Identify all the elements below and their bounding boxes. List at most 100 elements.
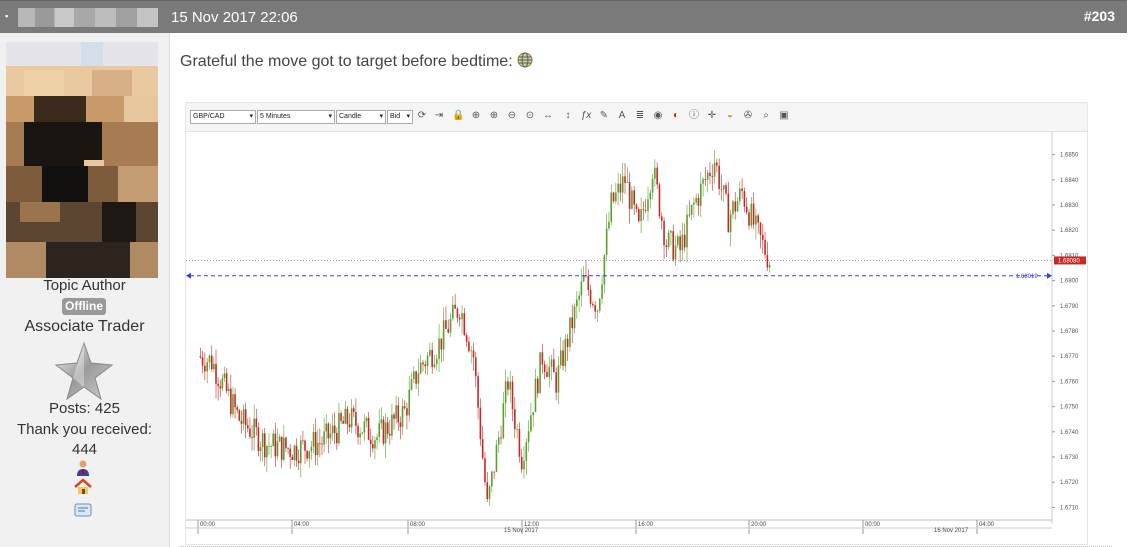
candle-body [619, 183, 622, 193]
zoom-in-icon[interactable]: ⊕ [470, 110, 482, 122]
candle-body [251, 436, 253, 438]
search-icon[interactable]: ⌕ [760, 110, 772, 122]
lock-icon[interactable]: 🔒 [452, 110, 464, 122]
candle-body [452, 304, 454, 319]
chart-screenshot[interactable]: GBP/CAD 5 Minutes Candle Bid ⟳ ⇥ 🔒 ⊕ ⊕ ⊖… [185, 102, 1088, 545]
candle-body [270, 446, 272, 447]
candle-body [342, 420, 344, 424]
candle-body [213, 363, 215, 370]
post-number[interactable]: #203 [1084, 8, 1115, 24]
zoom-reset-icon[interactable]: ⊙ [524, 110, 536, 122]
candle-body [293, 445, 296, 461]
candle-body [384, 422, 387, 444]
candlestick-chart: 1.68501.68401.68301.68201.68101.68001.67… [186, 132, 1086, 534]
symbol-select[interactable]: GBP/CAD [190, 110, 256, 124]
candle-body [287, 448, 289, 449]
profile-icon[interactable] [74, 459, 92, 477]
candle-body [401, 406, 404, 427]
candle-body [253, 418, 255, 438]
candle-body [603, 255, 606, 285]
zoom-plus-icon[interactable]: ⊕ [488, 110, 500, 122]
timeframe-select[interactable]: 5 Minutes [257, 110, 335, 124]
candle-body [244, 409, 247, 426]
candle-body [449, 318, 452, 333]
zoom-out-icon[interactable]: ⊖ [506, 110, 518, 122]
crosshair-icon[interactable]: ✛ [706, 110, 718, 122]
candle-body [225, 373, 228, 392]
y-tick-label: 1.6710 [1060, 505, 1079, 511]
candle-body [601, 284, 603, 299]
candle-body [257, 427, 260, 452]
candle-body [359, 433, 361, 438]
candle-body [644, 210, 647, 211]
candle-body [399, 422, 402, 427]
candle-body [348, 424, 351, 428]
alert-icon[interactable]: ◐ [670, 110, 682, 122]
candle-body [559, 350, 562, 366]
chart-toolbar: GBP/CAD 5 Minutes Candle Bid ⟳ ⇥ 🔒 ⊕ ⊕ ⊖… [186, 103, 1087, 132]
candle-body [502, 403, 505, 439]
pencil-icon[interactable]: ✎ [598, 110, 610, 122]
current-price-label: 1.68080 [1058, 258, 1080, 264]
eye-icon[interactable]: ◉ [652, 110, 664, 122]
candle-body [461, 313, 463, 320]
candle-body [686, 214, 688, 248]
home-icon[interactable] [74, 478, 92, 496]
candle-body [697, 197, 700, 206]
candle-body [374, 440, 376, 449]
candle-body [413, 371, 415, 380]
candle-body [741, 188, 743, 192]
text-tool-icon[interactable]: A [616, 110, 628, 122]
candle-body [314, 431, 317, 456]
refresh-icon[interactable]: ⟳ [416, 110, 428, 122]
function-icon[interactable]: ƒx [580, 110, 592, 122]
candle-body [628, 181, 631, 209]
candle-body [422, 362, 424, 365]
candle-body [688, 214, 691, 216]
candle-body [578, 295, 580, 300]
candle-body [338, 413, 340, 444]
y-tick-label: 1.6770 [1060, 354, 1079, 360]
candle-body [363, 421, 366, 433]
avatar[interactable] [6, 42, 158, 278]
layers-icon[interactable]: ≣ [634, 110, 646, 122]
palette-icon[interactable]: ✇ [742, 110, 754, 122]
candle-body [336, 433, 338, 444]
candle-body [263, 433, 266, 458]
candle-body [333, 425, 336, 434]
candle-body [406, 408, 408, 416]
candle-body [518, 429, 521, 457]
save-icon[interactable]: ▣ [778, 110, 790, 122]
candle-body [569, 317, 571, 347]
candle-body [201, 357, 204, 366]
arrow-right-icon[interactable]: ⇥ [433, 110, 445, 122]
candle-body [598, 298, 601, 311]
candle-body [640, 209, 642, 222]
candle-body [484, 458, 486, 483]
chart-type-select[interactable]: Candle [336, 110, 386, 124]
horizontal-resize-icon[interactable]: ↔ [542, 110, 554, 122]
theme-icon[interactable]: ◒ [724, 110, 736, 122]
candle-body [236, 407, 239, 411]
private-message-icon[interactable] [74, 502, 92, 520]
y-tick-label: 1.6840 [1060, 178, 1079, 184]
candle-body [732, 201, 734, 215]
candle-body [440, 338, 443, 350]
candle-body [426, 355, 429, 367]
post-header: ▪ 15 Nov 2017 22:06 #203 [0, 0, 1127, 34]
candle-body [221, 378, 224, 389]
candle-body [302, 440, 304, 442]
candle-body [562, 350, 564, 367]
candle-body [319, 443, 321, 444]
candle-body [493, 471, 495, 473]
candle-body [331, 425, 334, 434]
candle-body [610, 192, 613, 222]
vertical-resize-icon[interactable]: ↕ [562, 110, 574, 122]
candle-body [566, 338, 569, 347]
price-side-select[interactable]: Bid [387, 110, 413, 124]
candle-body [734, 201, 737, 212]
post-link-icon[interactable]: ▪ [5, 12, 14, 21]
info-icon[interactable]: ⓘ [688, 110, 700, 122]
candle-body [497, 437, 500, 445]
candle-body [667, 232, 670, 248]
